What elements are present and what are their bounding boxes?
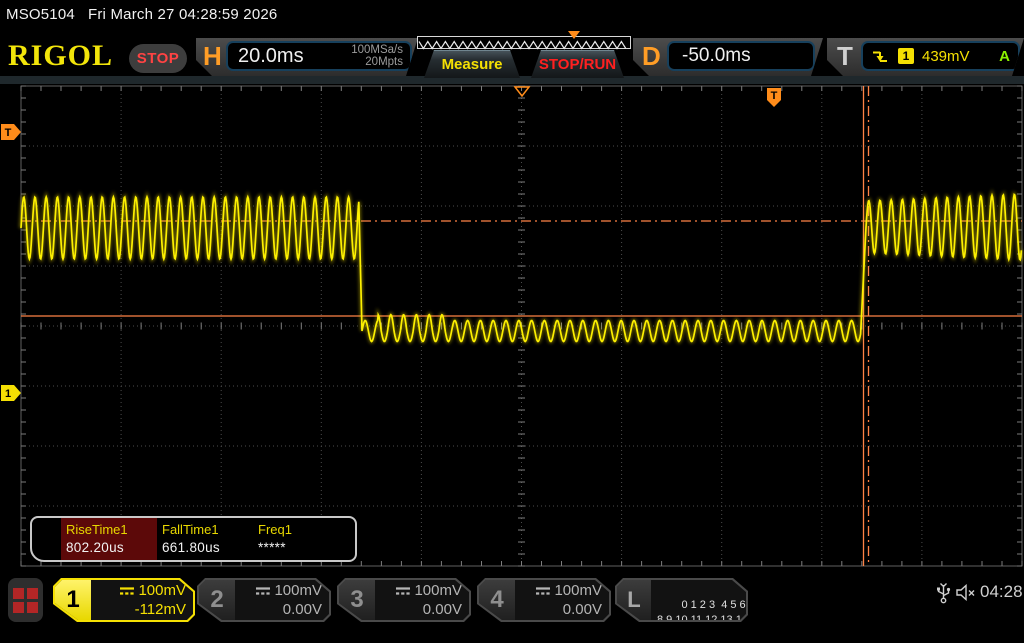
channel-4-scale: 100mV: [517, 581, 602, 600]
datetime-text: Fri March 27 04:28:59 2026: [88, 6, 277, 23]
usb-icon: [936, 582, 951, 604]
channel-1-box[interactable]: 1 100mV -112mV: [53, 578, 195, 622]
channel-1-position-tag-label: 1: [5, 388, 11, 400]
delay-value: -50.0ms: [669, 45, 751, 67]
delay-label: D: [642, 41, 661, 72]
dc-coupling-icon: [395, 586, 411, 596]
trigger-block[interactable]: T 1 439mV A: [827, 38, 1024, 76]
measurement-panel[interactable]: RiseTime1 802.20us FallTime1 661.80us Fr…: [30, 516, 357, 562]
channel-1-trace: [21, 195, 1021, 342]
channel-4-box[interactable]: 4 100mV 0.00V: [477, 578, 611, 622]
dc-coupling-icon: [255, 586, 271, 596]
channel-2-offset: 0.00V: [237, 600, 322, 619]
clock-text: 04:28: [980, 582, 1023, 602]
stop-run-button[interactable]: STOP/RUN: [531, 50, 624, 78]
horizontal-timebase-block[interactable]: H 20.0ms 100MSa/s 20Mpts: [196, 38, 418, 76]
trigger-position-flag-label: T: [771, 90, 778, 102]
sample-rate-memdepth: 100MSa/s 20Mpts: [351, 44, 410, 68]
dc-coupling-icon: [535, 586, 551, 596]
menu-grid-button[interactable]: [8, 578, 43, 622]
digital-channel-list: 0 1 2 3 4 5 6 78 9 10 11 12 13 14 15: [657, 583, 742, 643]
channel-3-box[interactable]: 3 100mV 0.00V: [337, 578, 471, 622]
channel-1-offset: -112mV: [93, 600, 186, 619]
waveform-display: T T 1: [0, 84, 1024, 570]
waveform-display-area: T T 1: [0, 84, 1024, 570]
channel-3-number: 3: [339, 580, 375, 620]
channel-3-offset: 0.00V: [377, 600, 462, 619]
preview-trigger-marker-icon[interactable]: [568, 31, 580, 39]
delay-block[interactable]: D -50.0ms: [633, 38, 823, 76]
header-bar: RIGOL STOP H 20.0ms 100MSa/s 20Mpts Meas…: [0, 30, 1024, 84]
dc-coupling-icon: [119, 586, 135, 596]
channel-2-box[interactable]: 2 100mV 0.00V: [197, 578, 331, 622]
channel-2-scale: 100mV: [237, 581, 322, 600]
digital-channels-box[interactable]: L 0 1 2 3 4 5 6 78 9 10 11 12 13 14 15: [615, 578, 748, 622]
horizontal-label: H: [203, 41, 222, 72]
channel-4-offset: 0.00V: [517, 600, 602, 619]
trigger-level-value: 439mV: [922, 48, 970, 65]
falling-edge-icon: [871, 49, 888, 64]
digital-label: L: [617, 580, 651, 620]
trigger-level-tag-label: T: [5, 127, 12, 139]
channel-1-number: 1: [55, 580, 91, 620]
timebase-value: 20.0ms: [228, 45, 304, 68]
channel-2-number: 2: [199, 580, 235, 620]
measurement-freq[interactable]: Freq1 *****: [253, 518, 349, 560]
channel-4-number: 4: [479, 580, 515, 620]
preview-waveform-icon: [418, 39, 630, 50]
acquisition-preview-strip[interactable]: [417, 36, 631, 49]
channel-1-scale: 100mV: [93, 581, 186, 600]
status-bar: MSO5104 Fri March 27 04:28:59 2026: [0, 0, 1024, 30]
system-tray: 04:28: [930, 570, 1024, 630]
channel-3-scale: 100mV: [377, 581, 462, 600]
trigger-label: T: [837, 41, 853, 72]
measurement-risetime[interactable]: RiseTime1 802.20us: [61, 518, 157, 560]
channel-status-bar: 1 100mV -112mV 2 100mV 0.00V 3 100mV 0.0…: [0, 570, 1024, 630]
model-name: MSO5104: [6, 6, 75, 23]
trigger-status: A: [999, 48, 1010, 65]
speaker-muted-icon[interactable]: [956, 584, 977, 601]
rigol-logo: RIGOL: [8, 39, 113, 73]
trigger-source-badge: 1: [898, 48, 914, 64]
menu-grid-icon: [13, 588, 38, 613]
measurement-falltime[interactable]: FallTime1 661.80us: [157, 518, 253, 560]
measure-button[interactable]: Measure: [424, 50, 520, 78]
acquisition-state-badge: STOP: [129, 44, 187, 73]
